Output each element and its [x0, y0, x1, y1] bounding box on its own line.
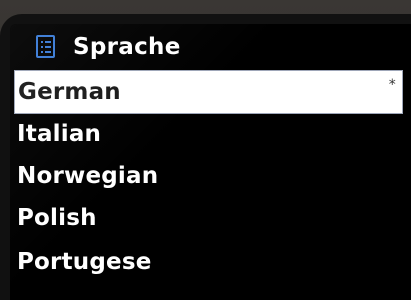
- language-item-german[interactable]: German *: [14, 70, 403, 114]
- language-item-italian[interactable]: Italian: [14, 114, 403, 154]
- language-label: Portugese: [17, 249, 152, 275]
- language-item-polish[interactable]: Polish: [14, 198, 403, 238]
- language-label: Italian: [17, 121, 102, 147]
- language-label: Norwegian: [17, 163, 159, 189]
- language-item-norwegian[interactable]: Norwegian: [14, 156, 403, 196]
- device-frame: Sprache German * Italian Norwegian Polis…: [0, 0, 411, 300]
- current-marker: *: [388, 77, 396, 93]
- language-item-portugese[interactable]: Portugese: [14, 242, 403, 282]
- screen-header: Sprache: [10, 24, 411, 70]
- display-screen: Sprache German * Italian Norwegian Polis…: [10, 24, 411, 300]
- language-label: German: [18, 79, 121, 105]
- language-label: Polish: [17, 205, 97, 231]
- list-menu-icon: [36, 35, 55, 58]
- page-title: Sprache: [73, 34, 181, 60]
